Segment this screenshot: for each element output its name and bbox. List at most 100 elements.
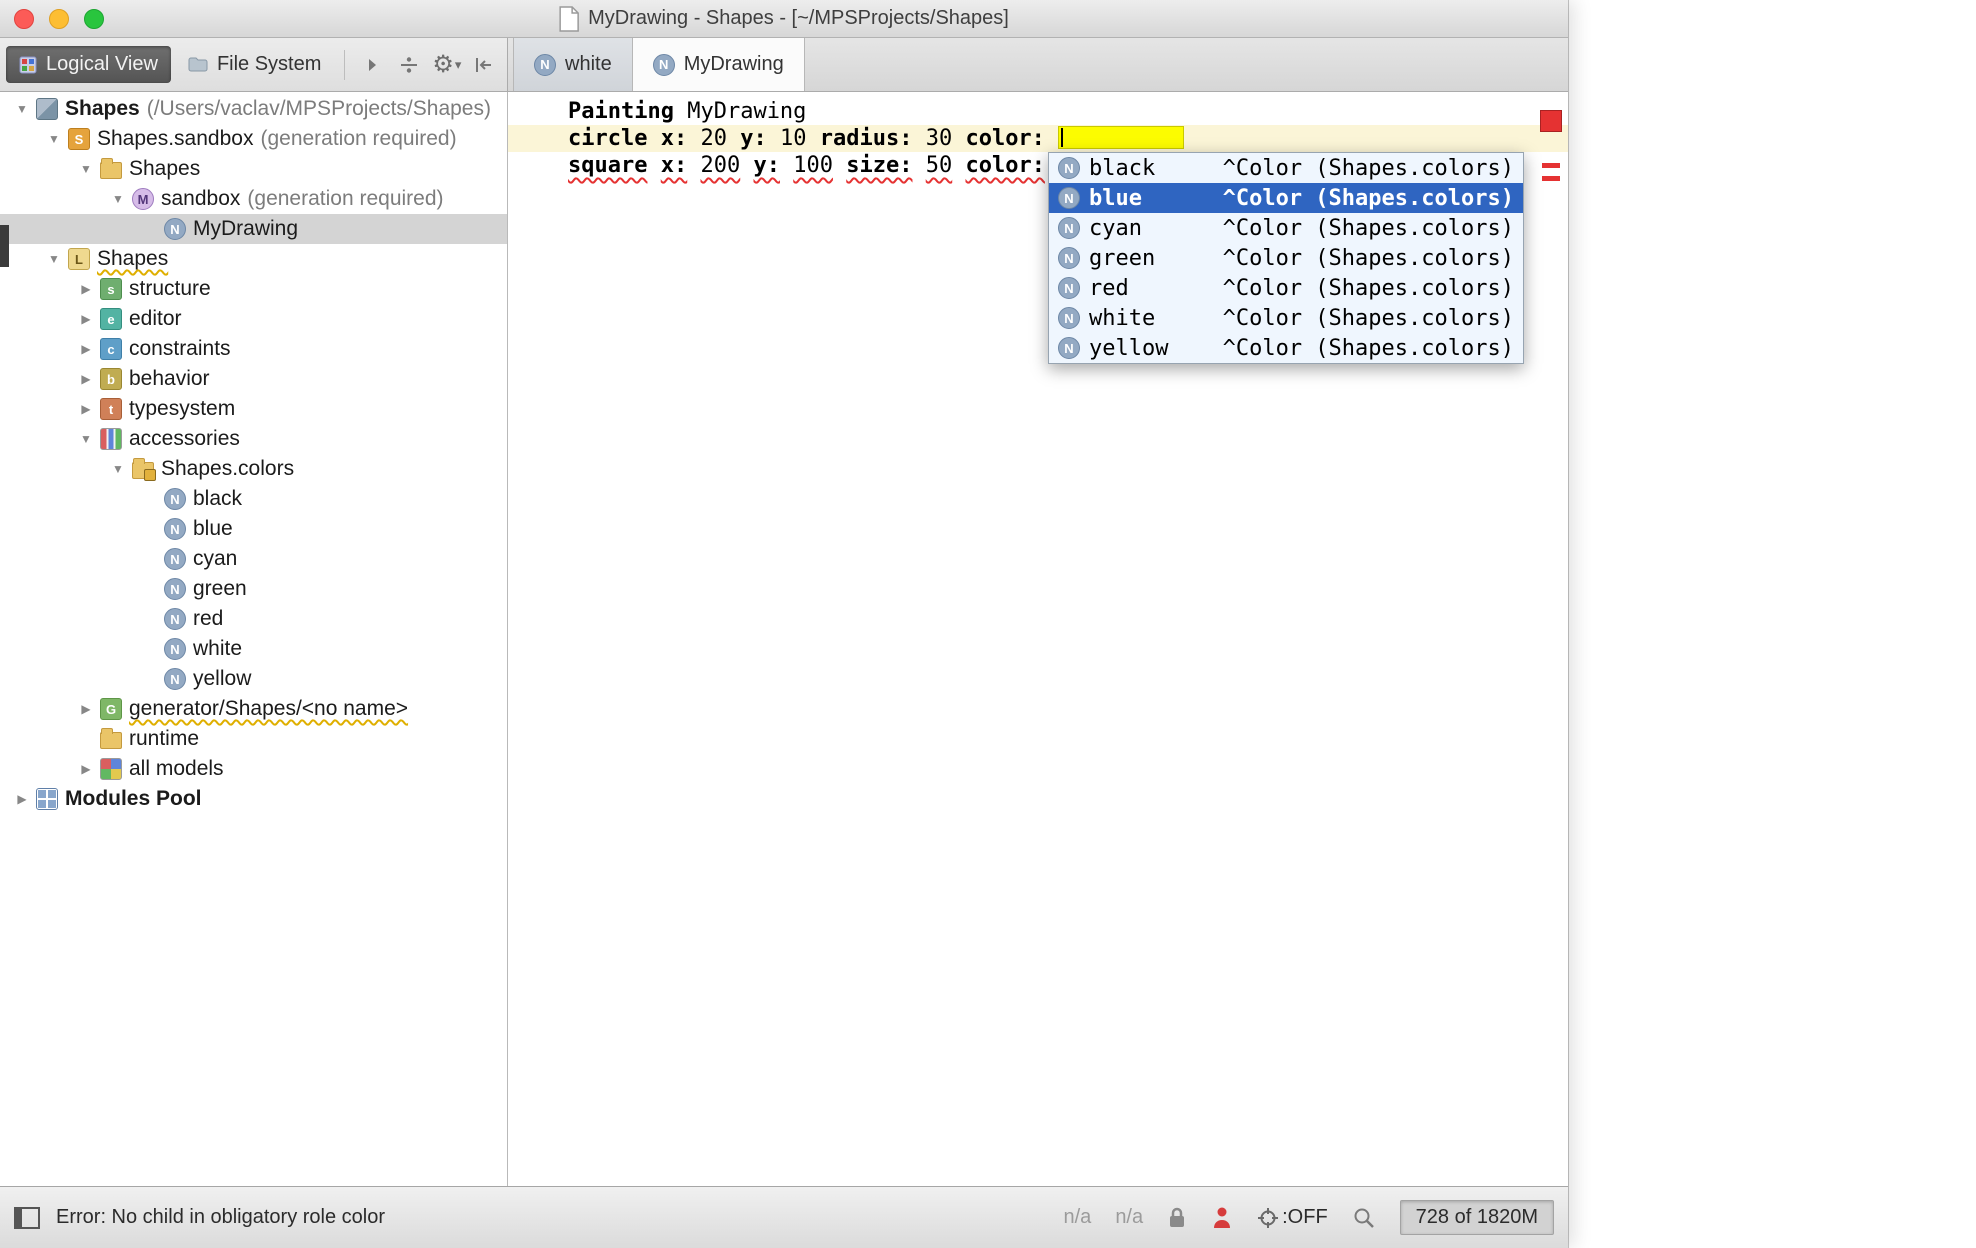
tree-item-accessories[interactable]: ▼accessories <box>0 424 507 454</box>
chevron-right-icon[interactable]: ▶ <box>8 792 36 806</box>
completion-item-type: ^Color (Shapes.colors) <box>1223 306 1514 331</box>
tree-item-editor[interactable]: ▶eeditor <box>0 304 507 334</box>
completion-item-black[interactable]: Nblack^Color (Shapes.colors) <box>1049 153 1523 183</box>
tree-item-shapes[interactable]: ▼LShapes <box>0 244 507 274</box>
error-stripe-indicator[interactable] <box>1540 110 1562 132</box>
tab-label: File System <box>217 53 321 76</box>
completion-item-blue[interactable]: Nblue^Color (Shapes.colors) <box>1049 183 1523 213</box>
code-token: 50 <box>926 153 953 178</box>
node-icon: N <box>1058 187 1080 209</box>
aspect-editor-icon: e <box>100 308 122 330</box>
error-stripe-mark[interactable] <box>1542 176 1560 181</box>
code-line-1[interactable]: Painting MyDrawing <box>508 98 1568 125</box>
editor-tab-white[interactable]: N white <box>513 38 633 91</box>
tree-item-constraints[interactable]: ▶cconstraints <box>0 334 507 364</box>
chevron-down-icon[interactable]: ▼ <box>104 462 132 476</box>
tab-logical-view[interactable]: Logical View <box>6 46 171 83</box>
chevron-right-icon[interactable]: ▶ <box>72 762 100 776</box>
tree-item-label: all models <box>129 757 224 781</box>
chevron-right-icon[interactable]: ▶ <box>72 702 100 716</box>
code-token: MyDrawing <box>687 99 806 124</box>
tree-item-label: behavior <box>129 367 210 391</box>
node-n-icon: N <box>164 578 186 600</box>
minimize-window-button[interactable] <box>49 9 69 29</box>
tree-item-shapes-colors[interactable]: ▼Shapes.colors <box>0 454 507 484</box>
close-window-button[interactable] <box>14 9 34 29</box>
project-tree: ▼Shapes(/Users/vaclav/MPSProjects/Shapes… <box>0 92 508 1186</box>
tool-window-stripe-button[interactable] <box>0 225 9 267</box>
highlight-level-label: :OFF <box>1282 1206 1328 1229</box>
chevron-down-icon[interactable]: ▼ <box>40 132 68 146</box>
completion-item-green[interactable]: Ngreen^Color (Shapes.colors) <box>1049 243 1523 273</box>
completion-item-red[interactable]: Nred^Color (Shapes.colors) <box>1049 273 1523 303</box>
tree-item-yellow[interactable]: Nyellow <box>0 664 507 694</box>
chevron-down-icon[interactable]: ▼ <box>72 432 100 446</box>
line-indicator: n/a <box>1064 1206 1092 1229</box>
code-token: Painting <box>568 99 674 124</box>
memory-indicator[interactable]: 728 of 1820M <box>1400 1200 1554 1235</box>
code-token: radius: <box>820 126 913 151</box>
tree-item-label: green <box>193 577 247 601</box>
completion-item-white[interactable]: Nwhite^Color (Shapes.colors) <box>1049 303 1523 333</box>
hector-inspector-icon[interactable] <box>1211 1206 1233 1230</box>
editing-cell[interactable] <box>1058 126 1184 149</box>
collapse-panel-icon[interactable] <box>468 45 501 85</box>
node-icon: N <box>1058 307 1080 329</box>
chevron-right-icon[interactable]: ▶ <box>72 342 100 356</box>
error-stripe-mark[interactable] <box>1542 163 1560 168</box>
chevron-down-icon[interactable]: ▼ <box>72 162 100 176</box>
tree-item-typesystem[interactable]: ▶ttypesystem <box>0 394 507 424</box>
tree-item-black[interactable]: Nblack <box>0 484 507 514</box>
code-token: circle <box>568 126 647 151</box>
chevron-right-icon[interactable]: ▶ <box>72 282 100 296</box>
tree-item-generator-shapes-no-name[interactable]: ▶Ggenerator/Shapes/<no name> <box>0 694 507 724</box>
chevron-down-icon[interactable]: ▼ <box>40 252 68 266</box>
chevron-right-icon[interactable] <box>355 45 388 85</box>
tree-item-all-models[interactable]: ▶ all models <box>0 754 507 784</box>
code-token: color: <box>965 126 1044 151</box>
tree-item-structure[interactable]: ▶sstructure <box>0 274 507 304</box>
tree-item-cyan[interactable]: Ncyan <box>0 544 507 574</box>
chevron-down-icon[interactable]: ▼ <box>104 192 132 206</box>
tree-item-shapes-sandbox[interactable]: ▼SShapes.sandbox(generation required) <box>0 124 507 154</box>
zoom-window-button[interactable] <box>84 9 104 29</box>
lock-icon[interactable] <box>1167 1206 1187 1230</box>
tree-item-sandbox[interactable]: ▼Msandbox(generation required) <box>0 184 507 214</box>
tree-item-behavior[interactable]: ▶bbehavior <box>0 364 507 394</box>
tree-item-red[interactable]: Nred <box>0 604 507 634</box>
gear-glyph: ⚙ <box>432 53 454 77</box>
tab-file-system[interactable]: File System <box>175 46 334 83</box>
tree-item-suffix: (/Users/vaclav/MPSProjects/Shapes) <box>147 97 491 121</box>
titlebar[interactable]: MyDrawing - Shapes - [~/MPSProjects/Shap… <box>0 0 1568 38</box>
completion-item-yellow[interactable]: Nyellow^Color (Shapes.colors) <box>1049 333 1523 363</box>
code-line-2[interactable]: circle x: 20 y: 10 radius: 30 color: <box>508 125 1568 152</box>
gear-icon[interactable]: ⚙▾ <box>430 45 463 85</box>
highlight-level-toggle[interactable]: :OFF <box>1257 1206 1328 1229</box>
tree-item-shapes[interactable]: ▼Shapes <box>0 154 507 184</box>
completion-item-cyan[interactable]: Ncyan^Color (Shapes.colors) <box>1049 213 1523 243</box>
tree-item-mydrawing[interactable]: NMyDrawing <box>0 214 507 244</box>
editor-tab-mydrawing[interactable]: N MyDrawing <box>632 38 805 91</box>
tree-item-label: structure <box>129 277 211 301</box>
chevron-right-icon[interactable]: ▶ <box>72 402 100 416</box>
chevron-down-icon[interactable]: ▼ <box>8 102 36 116</box>
code-token: y: <box>753 153 780 178</box>
toolwindow-toggle-icon[interactable] <box>14 1207 40 1229</box>
tree-item-green[interactable]: Ngreen <box>0 574 507 604</box>
code-token <box>912 126 925 151</box>
tree-item-shapes[interactable]: ▼ Shapes (/Users/vaclav/MPSProjects/Shapes… <box>0 94 507 124</box>
chevron-right-icon[interactable]: ▶ <box>72 372 100 386</box>
tree-item-label: Shapes <box>65 97 140 121</box>
tree-item-blue[interactable]: Nblue <box>0 514 507 544</box>
tree-item-label: MyDrawing <box>193 217 298 241</box>
code-token: square <box>568 153 647 178</box>
tree-item-suffix: (generation required) <box>260 127 456 151</box>
tree-item-modules-pool[interactable]: ▶Modules Pool <box>0 784 507 814</box>
completion-item-type: ^Color (Shapes.colors) <box>1223 276 1514 301</box>
autoscroll-icon[interactable] <box>393 45 426 85</box>
editor-pane[interactable]: Painting MyDrawingcircle x: 20 y: 10 rad… <box>508 92 1568 1186</box>
tree-item-white[interactable]: Nwhite <box>0 634 507 664</box>
tree-item-runtime[interactable]: runtime <box>0 724 507 754</box>
search-icon[interactable] <box>1352 1206 1376 1230</box>
chevron-right-icon[interactable]: ▶ <box>72 312 100 326</box>
